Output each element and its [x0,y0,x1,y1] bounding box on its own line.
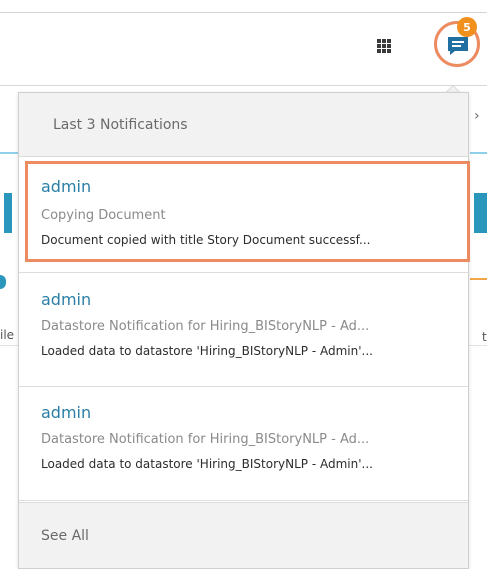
background-accent-line [470,152,487,154]
notification-user: admin [41,177,92,196]
notification-count-badge: 5 [457,17,477,37]
notifications-header: Last 3 Notifications [19,93,468,157]
notification-user: admin [41,403,92,422]
notification-item[interactable]: admin Datastore Notification for Hiring_… [19,387,468,501]
notifications-title: Last 3 Notifications [53,116,188,133]
notification-message: Loaded data to datastore 'Hiring_BIStory… [41,344,373,358]
background-tab-edge [474,193,487,233]
background-marker [0,275,6,289]
background-accent-line [0,152,18,154]
notifications-dropdown: Last 3 Notifications admin Copying Docum… [18,92,470,569]
notification-message: Document copied with title Story Documen… [41,233,371,247]
notification-item[interactable]: admin Datastore Notification for Hiring_… [19,273,468,387]
background-tab-edge [4,193,12,233]
see-all-label: See All [41,527,89,544]
notification-subject: Copying Document [41,208,166,223]
notification-user: admin [41,290,92,309]
background-accent-line [470,278,487,280]
chat-icon[interactable] [446,34,470,58]
top-divider [0,12,487,13]
apps-grid-icon[interactable] [377,39,391,53]
background-text-fragment: t [482,330,487,344]
notification-item[interactable]: admin Copying Document Document copied w… [19,157,470,273]
see-all-link[interactable]: See All [19,502,468,568]
chevron-icon: › [474,108,480,124]
background-text-fragment: ile [0,328,15,342]
header-divider [0,85,487,86]
notification-message: Loaded data to datastore 'Hiring_BIStory… [41,457,373,471]
notification-subject: Datastore Notification for Hiring_BIStor… [41,432,370,447]
notification-subject: Datastore Notification for Hiring_BIStor… [41,319,370,334]
